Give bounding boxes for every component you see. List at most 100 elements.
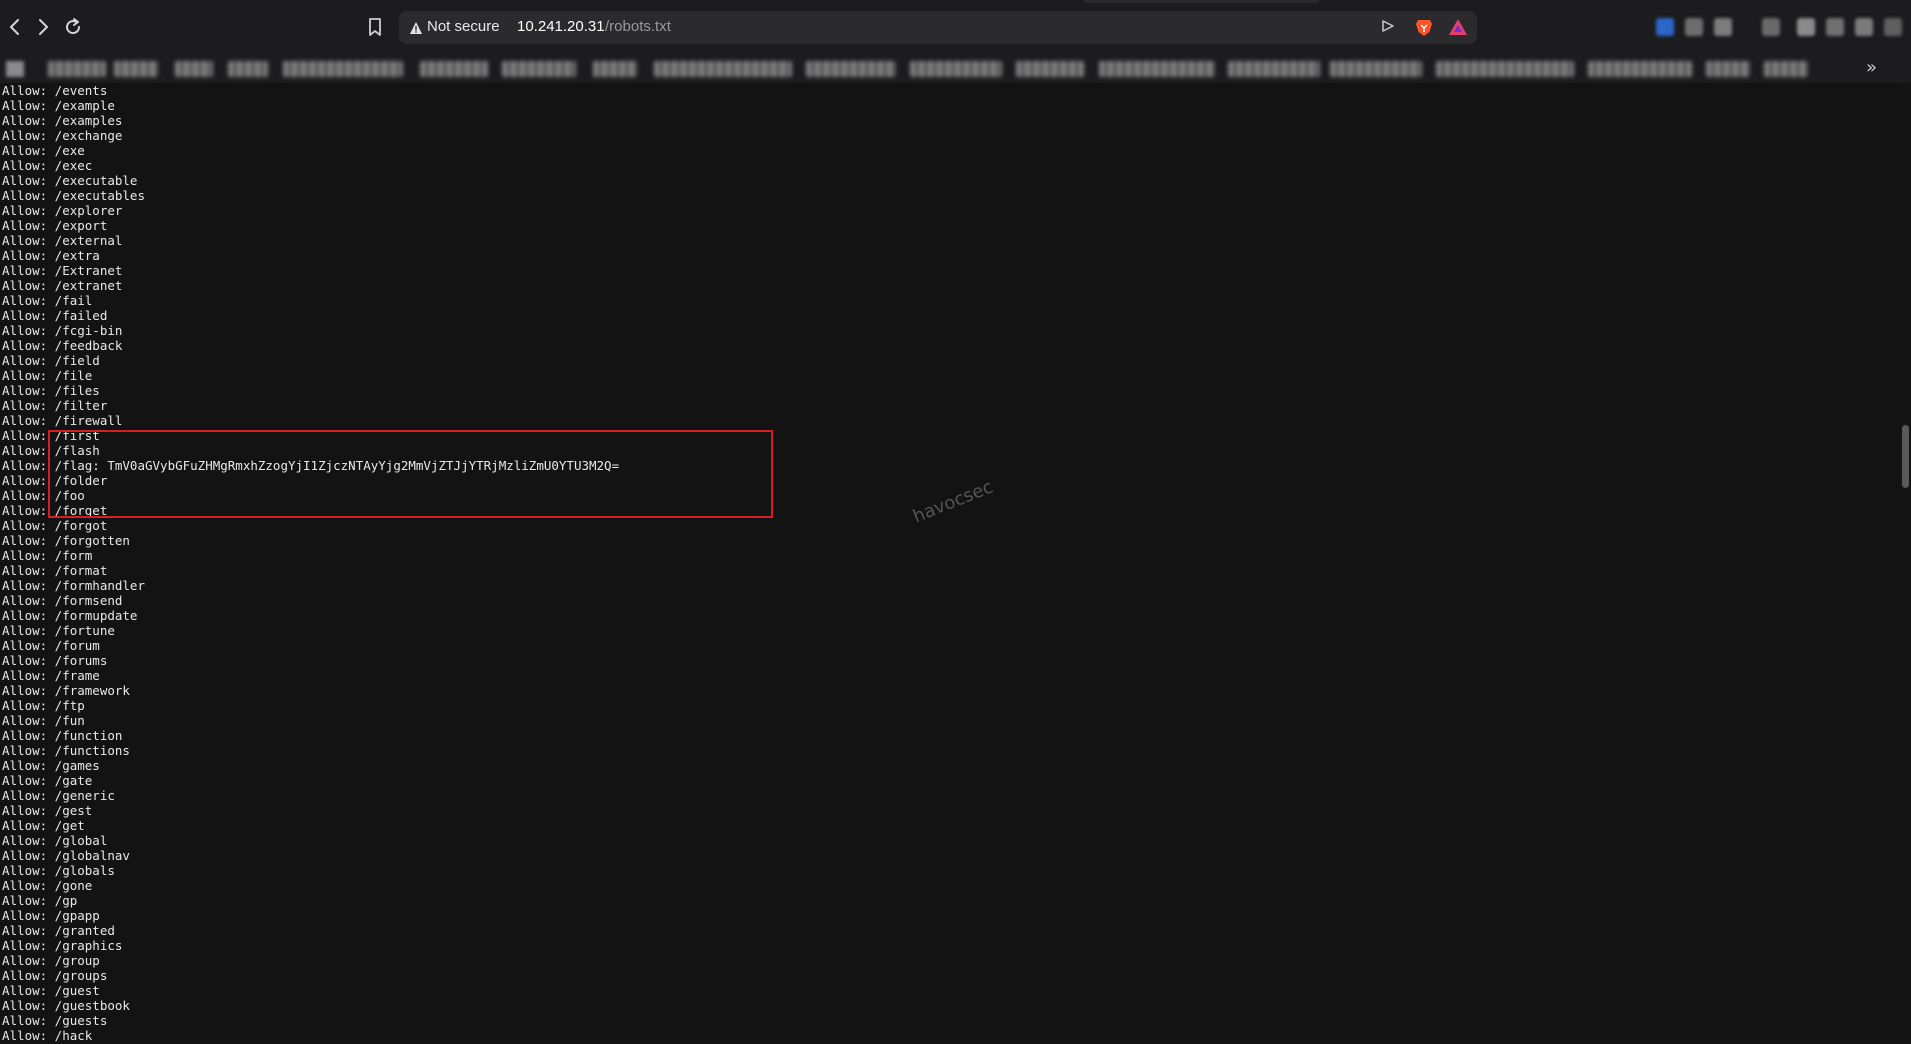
bookmark-item[interactable] — [420, 61, 488, 77]
robots-line: Allow: /events — [2, 83, 108, 98]
robots-line: Allow: /gate — [2, 773, 93, 788]
brave-rewards-icon[interactable] — [1448, 18, 1468, 36]
robots-line: Allow: /format — [2, 563, 108, 578]
robots-line: Allow: /guests — [2, 1013, 108, 1028]
extension-icon[interactable] — [1855, 18, 1873, 36]
robots-line: Allow: /ftp — [2, 698, 85, 713]
bookmark-item[interactable] — [1228, 61, 1320, 77]
extension-icon[interactable] — [1826, 18, 1844, 36]
robots-txt-text: Allow: /events Allow: /example Allow: /exa… — [2, 83, 619, 1043]
robots-line: Allow: /failed — [2, 308, 108, 323]
robots-line: Allow: /groups — [2, 968, 108, 983]
robots-line: Allow: /generic — [2, 788, 115, 803]
browser-chrome: Not secure 10.241.20.31 /robots.txt » — [0, 0, 1911, 83]
bookmark-item[interactable] — [654, 61, 792, 77]
back-arrow-icon[interactable] — [2, 14, 28, 40]
extension-icon[interactable] — [1797, 18, 1815, 36]
robots-line: Allow: /feedback — [2, 338, 123, 353]
robots-line: Allow: /external — [2, 233, 123, 248]
bookmark-item[interactable] — [283, 61, 403, 77]
reload-icon[interactable] — [60, 14, 86, 40]
robots-line: Allow: /gone — [2, 878, 93, 893]
robots-line: Allow: /exec — [2, 158, 93, 173]
robots-line: Allow: /forum — [2, 638, 100, 653]
robots-line: Allow: /function — [2, 728, 123, 743]
robots-line: Allow: /forums — [2, 653, 108, 668]
robots-line: Allow: /example — [2, 98, 115, 113]
robots-line: Allow: /explorer — [2, 203, 123, 218]
robots-line: Allow: /fun — [2, 713, 85, 728]
robots-line: Allow: /Extranet — [2, 263, 123, 278]
extension-icon[interactable] — [1656, 18, 1674, 36]
robots-line: Allow: /guestbook — [2, 998, 130, 1013]
robots-line: Allow: /group — [2, 953, 100, 968]
robots-line: Allow: /file — [2, 368, 93, 383]
bookmark-item[interactable] — [593, 61, 637, 77]
bookmark-item[interactable] — [502, 61, 576, 77]
bookmark-item[interactable] — [1588, 61, 1692, 77]
address-bar[interactable]: Not secure 10.241.20.31 /robots.txt — [399, 11, 1477, 44]
bookmark-icon[interactable] — [365, 16, 385, 38]
robots-line: Allow: /field — [2, 353, 100, 368]
robots-line: Allow: /guest — [2, 983, 100, 998]
robots-line: Allow: /exe — [2, 143, 85, 158]
robots-line: Allow: /gest — [2, 803, 93, 818]
robots-line: Allow: /granted — [2, 923, 115, 938]
chevron-double-right-icon[interactable]: » — [1866, 57, 1877, 78]
vertical-scrollbar[interactable] — [1900, 83, 1911, 1044]
apps-icon[interactable] — [6, 61, 24, 77]
robots-line: Allow: /filter — [2, 398, 108, 413]
bookmark-item[interactable] — [1706, 61, 1750, 77]
forward-arrow-icon[interactable] — [30, 14, 56, 40]
robots-line: Allow: /exchange — [2, 128, 123, 143]
bookmark-item[interactable] — [1330, 61, 1422, 77]
warning-triangle-icon[interactable] — [409, 20, 423, 34]
robots-line: Allow: /fail — [2, 293, 93, 308]
robots-line: Allow: /executables — [2, 188, 145, 203]
robots-line: Allow: /gpapp — [2, 908, 100, 923]
security-label[interactable]: Not secure — [427, 18, 500, 35]
share-icon[interactable] — [1381, 18, 1395, 38]
bookmark-item[interactable] — [228, 61, 268, 77]
watermark: havocsec — [910, 476, 997, 528]
robots-line: Allow: /executable — [2, 173, 138, 188]
robots-line: Allow: /fortune — [2, 623, 115, 638]
robots-line: Allow: /hack — [2, 1028, 93, 1043]
bookmark-item[interactable] — [1764, 61, 1808, 77]
url-host[interactable]: 10.241.20.31 — [517, 18, 605, 35]
brave-shields-icon[interactable] — [1414, 17, 1434, 37]
robots-line: Allow: /framework — [2, 683, 130, 698]
bookmark-item[interactable] — [1099, 61, 1215, 77]
robots-line: Allow: /global — [2, 833, 108, 848]
robots-line: Allow: /firewall — [2, 413, 123, 428]
bookmark-item[interactable] — [48, 61, 106, 77]
bookmark-item[interactable] — [1016, 61, 1084, 77]
robots-line: Allow: /extranet — [2, 278, 123, 293]
url-path[interactable]: /robots.txt — [605, 18, 671, 35]
scrollbar-thumb[interactable] — [1902, 425, 1909, 488]
extension-icon[interactable] — [1762, 18, 1780, 36]
robots-line: Allow: /examples — [2, 113, 123, 128]
robots-line: Allow: /formhandler — [2, 578, 145, 593]
robots-line: Allow: /forgot — [2, 518, 108, 533]
bookmark-item[interactable] — [1436, 61, 1574, 77]
extension-icon[interactable] — [1714, 18, 1732, 36]
page-content: Allow: /events Allow: /example Allow: /exa… — [0, 83, 1900, 1044]
robots-line: Allow: /frame — [2, 668, 100, 683]
robots-line: Allow: /export — [2, 218, 108, 233]
robots-line: Allow: /form — [2, 548, 93, 563]
bookmark-item[interactable] — [175, 61, 213, 77]
robots-line: Allow: /globalnav — [2, 848, 130, 863]
extension-icon[interactable] — [1685, 18, 1703, 36]
robots-line: Allow: /files — [2, 383, 100, 398]
browser-toolbar: Not secure 10.241.20.31 /robots.txt — [0, 0, 1911, 55]
robots-line: Allow: /games — [2, 758, 100, 773]
bookmark-item[interactable] — [806, 61, 896, 77]
bookmark-item[interactable] — [114, 61, 158, 77]
robots-line: Allow: /get — [2, 818, 85, 833]
robots-line: Allow: /functions — [2, 743, 130, 758]
bookmarks-bar: » — [0, 55, 1911, 83]
robots-line: Allow: /gp — [2, 893, 78, 908]
bookmark-item[interactable] — [910, 61, 1002, 77]
extension-icon[interactable] — [1884, 18, 1902, 36]
